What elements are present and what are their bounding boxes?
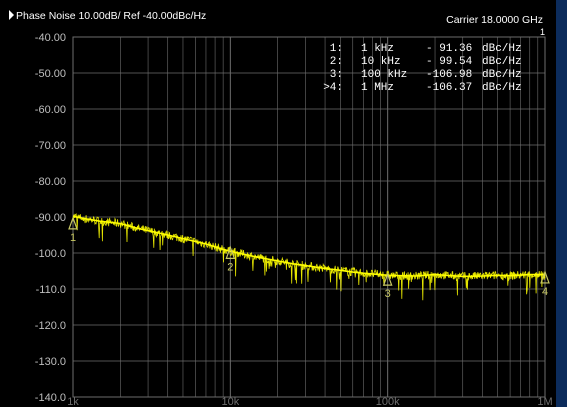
marker-row-label: >4: <box>323 82 343 94</box>
y-tick-label: -90.00 <box>35 212 66 224</box>
x-tick-label: 100k <box>376 396 400 407</box>
trace-noise-path <box>72 212 546 301</box>
grid-lines <box>72 36 546 398</box>
marker-row-freq: 1 kHz <box>361 43 394 55</box>
y-tick-label: -130.0 <box>35 356 66 368</box>
marker-row-label: 3: <box>330 69 343 81</box>
y-tick-label: -70.00 <box>35 140 66 152</box>
header-title: Phase Noise 10.00dB/ Ref -40.00dBc/Hz <box>16 10 206 22</box>
marker-row-freq: 100 kHz <box>361 69 407 81</box>
marker-row-value: -106.98 <box>426 69 472 81</box>
marker-label: 2 <box>227 261 233 273</box>
x-tick-labels: 1k 10k 100k 1M <box>67 396 552 407</box>
y-tick-label: -60.00 <box>35 104 66 116</box>
phase-noise-window: -40.00 -50.00 -60.00 -70.00 -80.00 -90.00 -100… <box>0 0 567 407</box>
marker-row-value: -106.37 <box>426 82 472 94</box>
marker-row-freq: 1 MHz <box>361 82 394 94</box>
y-tick-label: -100.0 <box>35 248 66 260</box>
y-tick-label: -140.0 <box>35 392 66 404</box>
x-tick-label: 1M <box>537 396 552 407</box>
trace-noise <box>72 212 546 301</box>
marker-row-value: - 91.36 <box>426 43 472 55</box>
header-play-icon <box>9 10 14 20</box>
y-tick-label: -50.00 <box>35 68 66 80</box>
marker-label: 1 <box>70 232 76 244</box>
phase-noise-chart[interactable]: -40.00 -50.00 -60.00 -70.00 -80.00 -90.00 -100… <box>0 0 567 407</box>
marker-row-unit: dBc/Hz <box>482 82 522 94</box>
y-tick-label: -120.0 <box>35 320 66 332</box>
y-tick-label: -110.0 <box>36 284 66 296</box>
marker-row-freq: 10 kHz <box>361 56 401 68</box>
marker-label: 4 <box>542 286 548 298</box>
marker-row-unit: dBc/Hz <box>482 43 522 55</box>
marker-label: 3 <box>385 288 391 300</box>
y-tick-label: -40.00 <box>35 32 66 44</box>
marker-row-label: 1: <box>330 43 343 55</box>
markers-group[interactable]: 1 2 3 4 <box>68 216 550 300</box>
x-tick-label: 1k <box>67 396 79 407</box>
marker-row-unit: dBc/Hz <box>482 56 522 68</box>
x-tick-label: 10k <box>221 396 239 407</box>
y-tick-label: -80.00 <box>35 176 66 188</box>
carrier-frequency: Carrier 18.0000 GHz <box>446 14 543 26</box>
marker-row-label: 2: <box>330 56 343 68</box>
y-tick-labels: -40.00 -50.00 -60.00 -70.00 -80.00 -90.00 -100… <box>35 32 66 404</box>
corner-marker-label: 1 <box>540 27 545 37</box>
marker-row-value: - 99.54 <box>426 56 473 68</box>
marker-row-unit: dBc/Hz <box>482 69 522 81</box>
